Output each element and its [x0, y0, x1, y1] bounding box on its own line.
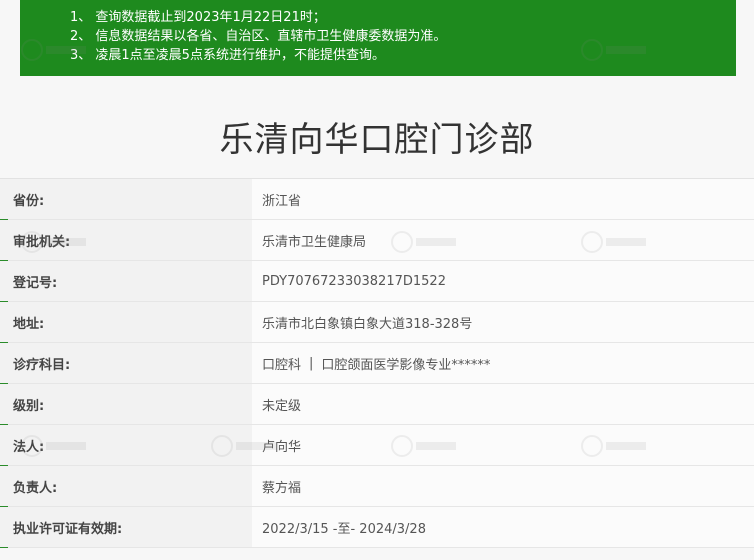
row-label: 地址: — [0, 302, 252, 342]
row-label: 级别: — [0, 384, 252, 424]
table-row: 级别: 未定级 — [0, 384, 754, 425]
row-value: 2022/3/15 -至- 2024/3/28 — [252, 507, 754, 547]
table-row: 负责人: 蔡方福 — [0, 466, 754, 507]
row-value: 口腔科 | 口腔颌面医学影像专业****** — [252, 343, 754, 383]
row-value: 未定级 — [252, 384, 754, 424]
row-value: 乐清市卫生健康局 — [252, 220, 754, 260]
notice-banner: 1、 查询数据截止到2023年1月22日21时； 2、 信息数据结果以各省、自治… — [20, 0, 736, 76]
table-row: 省份: 浙江省 — [0, 179, 754, 220]
row-value: 乐清市北白象镇白象大道318-328号 — [252, 302, 754, 342]
row-label: 审批机关: — [0, 220, 252, 260]
notice-line: 3、 凌晨1点至凌晨5点系统进行维护，不能提供查询。 — [70, 48, 385, 63]
notice-line: 2、 信息数据结果以各省、自治区、直辖市卫生健康委数据为准。 — [70, 29, 447, 44]
row-label: 执业许可证有效期: — [0, 507, 252, 547]
table-row: 法人: 卢向华 — [0, 425, 754, 466]
row-label: 省份: — [0, 179, 252, 219]
specialty-secondary: 口腔颌面医学影像专业****** — [321, 357, 491, 373]
row-value: 蔡方福 — [252, 466, 754, 506]
row-value: PDY70767233038217D1522 — [252, 261, 754, 301]
page-title: 乐清向华口腔门诊部 — [219, 120, 535, 160]
table-row: 审批机关: 乐清市卫生健康局 — [0, 220, 754, 261]
specialty-separator: | — [309, 355, 314, 371]
row-label: 法人: — [0, 425, 252, 465]
info-table: 省份: 浙江省 审批机关: 乐清市卫生健康局 登记号: PDY707672330… — [0, 178, 754, 548]
notice-line: 1、 查询数据截止到2023年1月22日21时； — [70, 10, 326, 25]
table-row: 诊疗科目: 口腔科 | 口腔颌面医学影像专业****** — [0, 343, 754, 384]
table-row: 登记号: PDY70767233038217D1522 — [0, 261, 754, 302]
table-row: 地址: 乐清市北白象镇白象大道318-328号 — [0, 302, 754, 343]
row-value: 卢向华 — [252, 425, 754, 465]
table-row: 执业许可证有效期: 2022/3/15 -至- 2024/3/28 — [0, 507, 754, 548]
row-label: 登记号: — [0, 261, 252, 301]
specialty-primary: 口腔科 — [262, 357, 302, 373]
row-value: 浙江省 — [252, 179, 754, 219]
row-label: 负责人: — [0, 466, 252, 506]
row-label: 诊疗科目: — [0, 343, 252, 383]
